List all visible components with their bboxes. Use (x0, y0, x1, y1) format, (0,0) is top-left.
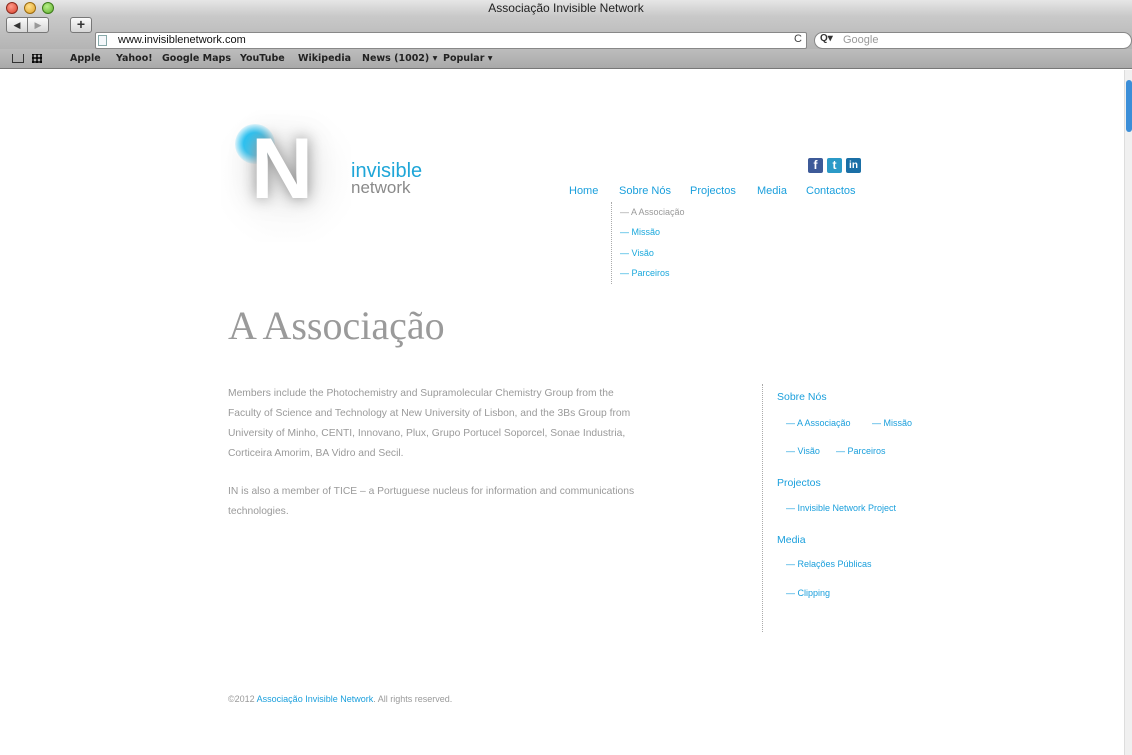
sidebar-heading-projectos[interactable]: Projectos (777, 477, 821, 489)
paragraph-1-line: Corticeira Amorim, BA Vidro and Secil. (228, 448, 404, 459)
scrollbar-thumb[interactable] (1126, 80, 1132, 132)
bookmark-yahoo[interactable]: Yahoo! (116, 49, 153, 69)
paragraph-2: IN is also a member of TICE – a Portugue… (228, 482, 688, 522)
nav-contactos[interactable]: Contactos (806, 185, 856, 197)
reload-button[interactable]: C (794, 33, 802, 45)
url-text: www.invisiblenetwork.com (118, 34, 246, 46)
bookmarks-bar: Apple Yahoo! Google Maps YouTube Wikiped… (0, 49, 1132, 69)
footer-rights: . All rights reserved. (373, 694, 453, 704)
subnav-missao[interactable]: — Missão (620, 227, 660, 237)
footer: ©2012 Associação Invisible Network. All … (228, 694, 452, 704)
sidebar-heading-media[interactable]: Media (777, 534, 806, 546)
subnav-divider (611, 202, 612, 284)
nav-sobre-nos[interactable]: Sobre Nós (619, 185, 671, 197)
logo-text-network[interactable]: network (351, 178, 411, 198)
sidebar-item-missao[interactable]: — Missão (872, 418, 912, 428)
bookmark-popular[interactable]: Popular ▾ (443, 49, 492, 69)
sidebar-heading-sobre-nos[interactable]: Sobre Nós (777, 391, 827, 403)
bookmark-news[interactable]: News (1002) ▾ (362, 49, 437, 69)
window-title: Associação Invisible Network (488, 1, 644, 15)
paragraph-1-line: University of Minho, CENTI, Innovano, Pl… (228, 428, 626, 439)
subnav-parceiros[interactable]: — Parceiros (620, 268, 670, 278)
maximize-window-button[interactable] (42, 2, 54, 14)
back-button[interactable]: ◀ (6, 17, 28, 33)
search-placeholder: Google (843, 34, 879, 46)
sidebar-item-visao[interactable]: — Visão (786, 446, 820, 456)
paragraph-1-line: Members include the Photochemistry and S… (228, 388, 614, 399)
bookmark-wikipedia[interactable]: Wikipedia (298, 49, 351, 69)
minimize-window-button[interactable] (24, 2, 36, 14)
footer-link[interactable]: Associação Invisible Network (257, 694, 374, 704)
facebook-icon[interactable]: f (808, 158, 823, 173)
sidebar-item-invisible-network-project[interactable]: — Invisible Network Project (786, 503, 896, 513)
add-bookmark-button[interactable]: + (70, 17, 92, 33)
nav-home[interactable]: Home (569, 185, 598, 197)
nav-media[interactable]: Media (757, 185, 787, 197)
page-title: A Associação (228, 303, 445, 348)
bookmark-google-maps[interactable]: Google Maps (162, 49, 231, 69)
vertical-scrollbar[interactable] (1124, 70, 1132, 755)
footer-copyright: ©2012 (228, 694, 257, 704)
window-titlebar: Associação Invisible Network (0, 0, 1132, 16)
bookmark-apple[interactable]: Apple (70, 49, 101, 69)
sidebar-item-parceiros[interactable]: — Parceiros (836, 446, 886, 456)
paragraph-1-line: Faculty of Science and Technology at New… (228, 408, 631, 419)
sidebar-item-relacoes-publicas[interactable]: — Relações Públicas (786, 559, 872, 569)
subnav-visao[interactable]: — Visão (620, 248, 654, 258)
sidebar-divider (762, 384, 763, 632)
address-bar[interactable]: www.invisiblenetwork.com (95, 32, 807, 49)
paragraph-1: Members include the Photochemistry and S… (228, 384, 688, 464)
twitter-icon[interactable]: t (827, 158, 842, 173)
bookmarks-book-icon[interactable] (12, 54, 24, 63)
top-sites-grid-icon[interactable] (32, 54, 42, 63)
paragraph-2-line: IN is also a member of TICE – a Portugue… (228, 486, 635, 497)
bookmark-youtube[interactable]: YouTube (240, 49, 285, 69)
sidebar-item-a-associacao[interactable]: — A Associação (786, 418, 851, 428)
close-window-button[interactable] (6, 2, 18, 14)
forward-button[interactable]: ▶ (27, 17, 49, 33)
search-field[interactable]: Google (814, 32, 1132, 49)
logo-letter: N (251, 121, 314, 217)
subnav-a-associacao[interactable]: — A Associação (620, 207, 685, 217)
search-icon[interactable]: Q▾ (820, 33, 833, 44)
linkedin-icon[interactable]: in (846, 158, 861, 173)
page-icon (98, 35, 107, 46)
paragraph-2-line: technologies. (228, 506, 289, 517)
site-logo[interactable]: N (221, 110, 351, 242)
nav-projectos[interactable]: Projectos (690, 185, 736, 197)
sidebar-item-clipping[interactable]: — Clipping (786, 588, 830, 598)
